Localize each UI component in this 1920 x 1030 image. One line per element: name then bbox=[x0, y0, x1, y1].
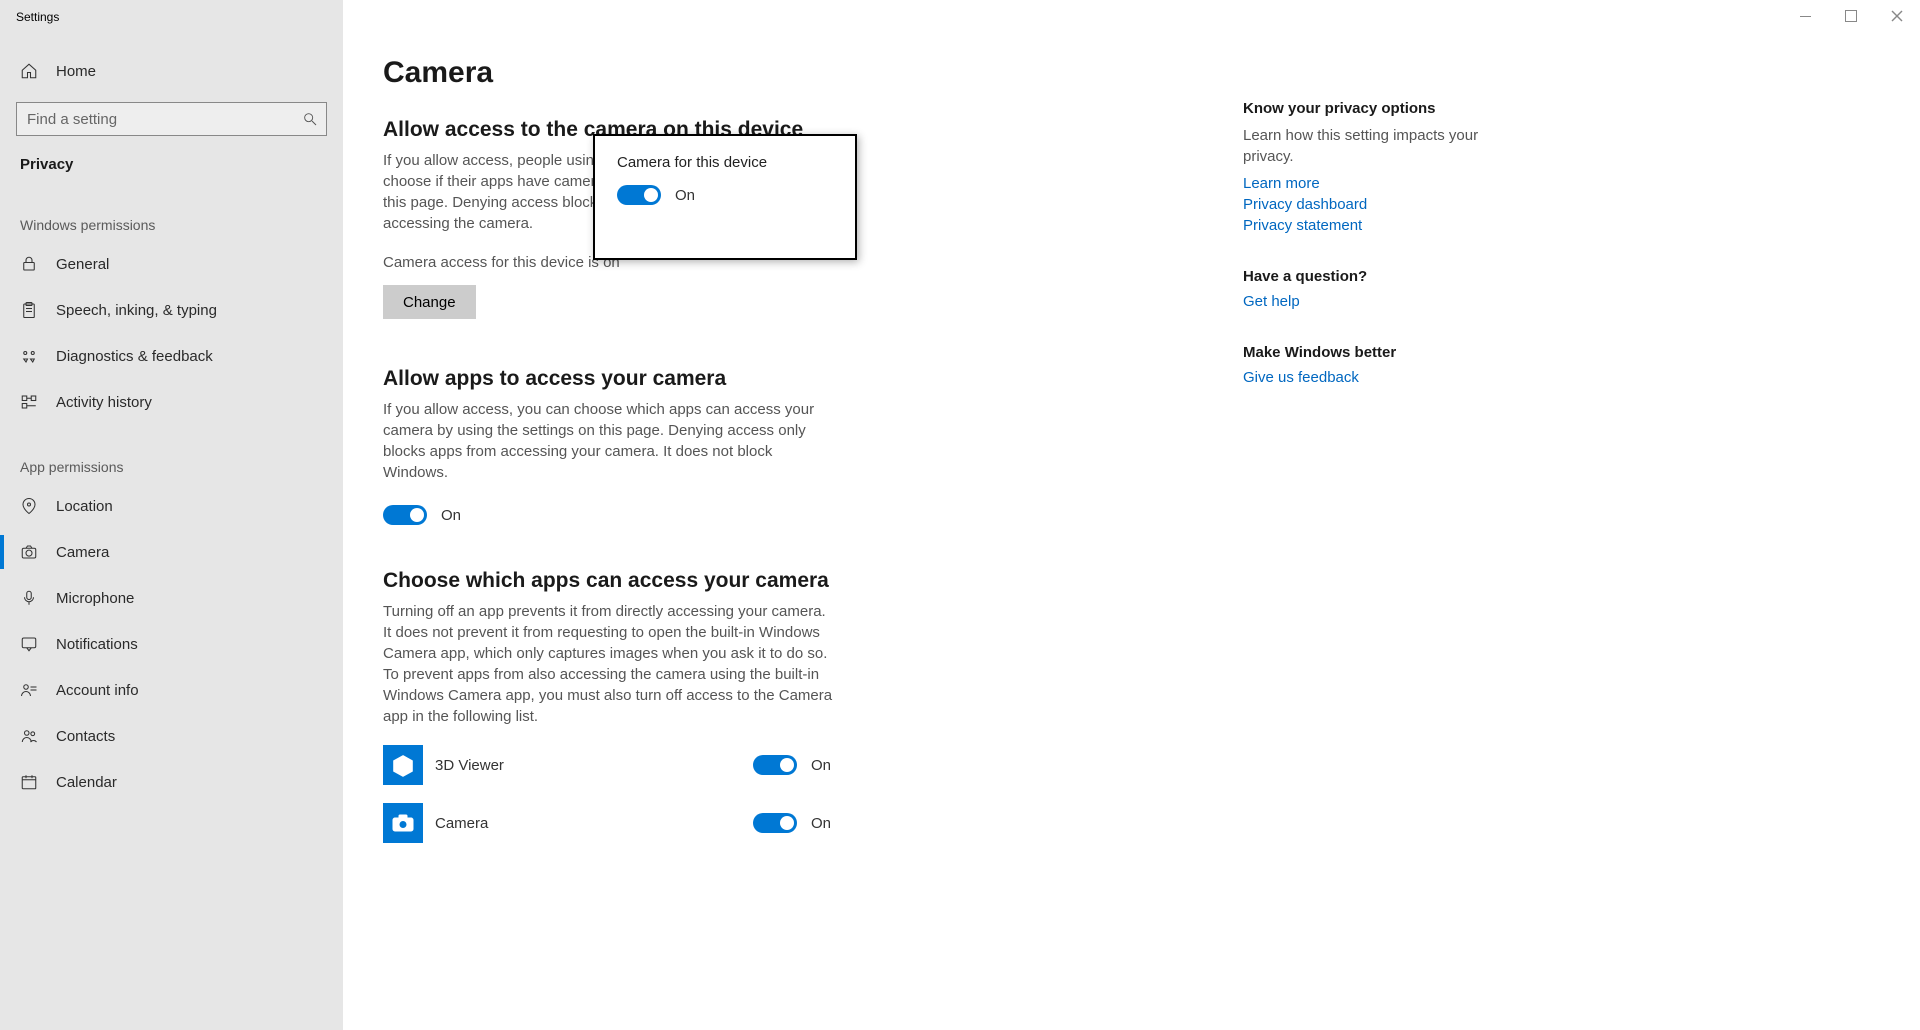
location-icon bbox=[20, 497, 38, 515]
sidebar-item-notifications[interactable]: Notifications bbox=[0, 621, 343, 667]
info-heading-feedback: Make Windows better bbox=[1243, 344, 1503, 361]
section-allow-apps-desc: If you allow access, you can choose whic… bbox=[383, 399, 823, 483]
sidebar-item-contacts[interactable]: Contacts bbox=[0, 713, 343, 759]
sidebar-item-activity[interactable]: Activity history bbox=[0, 379, 343, 425]
sidebar-item-calendar[interactable]: Calendar bbox=[0, 759, 343, 805]
sidebar-item-general[interactable]: General bbox=[0, 241, 343, 287]
cube-icon bbox=[391, 753, 415, 777]
sidebar-item-camera[interactable]: Camera bbox=[0, 529, 343, 575]
section-choose-apps-desc: Turning off an app prevents it from dire… bbox=[383, 601, 833, 727]
info-heading-privacy: Know your privacy options bbox=[1243, 100, 1503, 117]
section-app-permissions: App permissions bbox=[0, 425, 343, 483]
search-input[interactable] bbox=[27, 111, 302, 128]
account-icon bbox=[20, 681, 38, 699]
close-button[interactable] bbox=[1874, 0, 1920, 32]
window-controls bbox=[1782, 0, 1920, 32]
link-give-feedback[interactable]: Give us feedback bbox=[1243, 369, 1503, 386]
contacts-icon bbox=[20, 727, 38, 745]
lock-icon bbox=[20, 255, 38, 273]
link-get-help[interactable]: Get help bbox=[1243, 293, 1503, 310]
microphone-icon bbox=[20, 589, 38, 607]
close-icon bbox=[1891, 10, 1903, 22]
app-toggle-state: On bbox=[811, 815, 831, 832]
sidebar-item-speech[interactable]: Speech, inking, & typing bbox=[0, 287, 343, 333]
sidebar-item-label: Camera bbox=[56, 544, 109, 561]
allow-apps-toggle[interactable] bbox=[383, 505, 427, 525]
timeline-icon bbox=[20, 393, 38, 411]
sidebar-item-label: Speech, inking, & typing bbox=[56, 302, 217, 319]
section-choose-apps-heading: Choose which apps can access your camera bbox=[383, 569, 1203, 593]
sidebar-item-label: Calendar bbox=[56, 774, 117, 791]
sidebar-item-microphone[interactable]: Microphone bbox=[0, 575, 343, 621]
sidebar-item-label: Diagnostics & feedback bbox=[56, 348, 213, 365]
app-row-camera: Camera On bbox=[383, 803, 863, 843]
link-privacy-dashboard[interactable]: Privacy dashboard bbox=[1243, 196, 1503, 213]
maximize-button[interactable] bbox=[1828, 0, 1874, 32]
main-area: Camera Allow access to the camera on thi… bbox=[343, 0, 1920, 1030]
app-name: Camera bbox=[435, 815, 741, 832]
flyout-toggle[interactable] bbox=[617, 185, 661, 205]
app-toggle-camera[interactable] bbox=[753, 813, 797, 833]
flyout-toggle-state: On bbox=[675, 187, 695, 204]
link-privacy-statement[interactable]: Privacy statement bbox=[1243, 217, 1503, 234]
category-label: Privacy bbox=[0, 144, 343, 183]
app-name: 3D Viewer bbox=[435, 757, 741, 774]
change-button[interactable]: Change bbox=[383, 285, 476, 319]
sidebar-item-location[interactable]: Location bbox=[0, 483, 343, 529]
app-toggle-3d-viewer[interactable] bbox=[753, 755, 797, 775]
calendar-icon bbox=[20, 773, 38, 791]
sidebar-item-label: Location bbox=[56, 498, 113, 515]
search-box[interactable] bbox=[16, 102, 327, 136]
sidebar-item-diagnostics[interactable]: Diagnostics & feedback bbox=[0, 333, 343, 379]
clipboard-icon bbox=[20, 301, 38, 319]
notifications-icon bbox=[20, 635, 38, 653]
link-learn-more[interactable]: Learn more bbox=[1243, 175, 1503, 192]
sidebar-item-label: Activity history bbox=[56, 394, 152, 411]
search-icon bbox=[302, 111, 318, 127]
home-nav[interactable]: Home bbox=[0, 48, 343, 94]
page-title: Camera bbox=[383, 56, 1203, 90]
flyout-title: Camera for this device bbox=[617, 154, 833, 171]
app-tile-3d-viewer bbox=[383, 745, 423, 785]
sidebar-item-account-info[interactable]: Account info bbox=[0, 667, 343, 713]
home-label: Home bbox=[56, 63, 96, 80]
section-allow-apps-heading: Allow apps to access your camera bbox=[383, 367, 1203, 391]
info-pane: Know your privacy options Learn how this… bbox=[1243, 0, 1543, 1030]
home-icon bbox=[20, 62, 38, 80]
camera-app-icon bbox=[391, 811, 415, 835]
feedback-icon bbox=[20, 347, 38, 365]
camera-device-flyout: Camera for this device On bbox=[593, 134, 857, 260]
sidebar-item-label: General bbox=[56, 256, 109, 273]
sidebar-item-label: Contacts bbox=[56, 728, 115, 745]
app-row-3d-viewer: 3D Viewer On bbox=[383, 745, 863, 785]
app-toggle-state: On bbox=[811, 757, 831, 774]
sidebar: Settings Home Privacy Windows permission… bbox=[0, 0, 343, 1030]
info-heading-question: Have a question? bbox=[1243, 268, 1503, 285]
info-text-privacy: Learn how this setting impacts your priv… bbox=[1243, 125, 1503, 167]
sidebar-item-label: Notifications bbox=[56, 636, 138, 653]
app-tile-camera bbox=[383, 803, 423, 843]
sidebar-item-label: Account info bbox=[56, 682, 139, 699]
minimize-button[interactable] bbox=[1782, 0, 1828, 32]
sidebar-item-label: Microphone bbox=[56, 590, 134, 607]
allow-apps-toggle-state: On bbox=[441, 507, 461, 524]
window-title: Settings bbox=[0, 0, 343, 34]
section-windows-permissions: Windows permissions bbox=[0, 183, 343, 241]
camera-icon bbox=[20, 543, 38, 561]
